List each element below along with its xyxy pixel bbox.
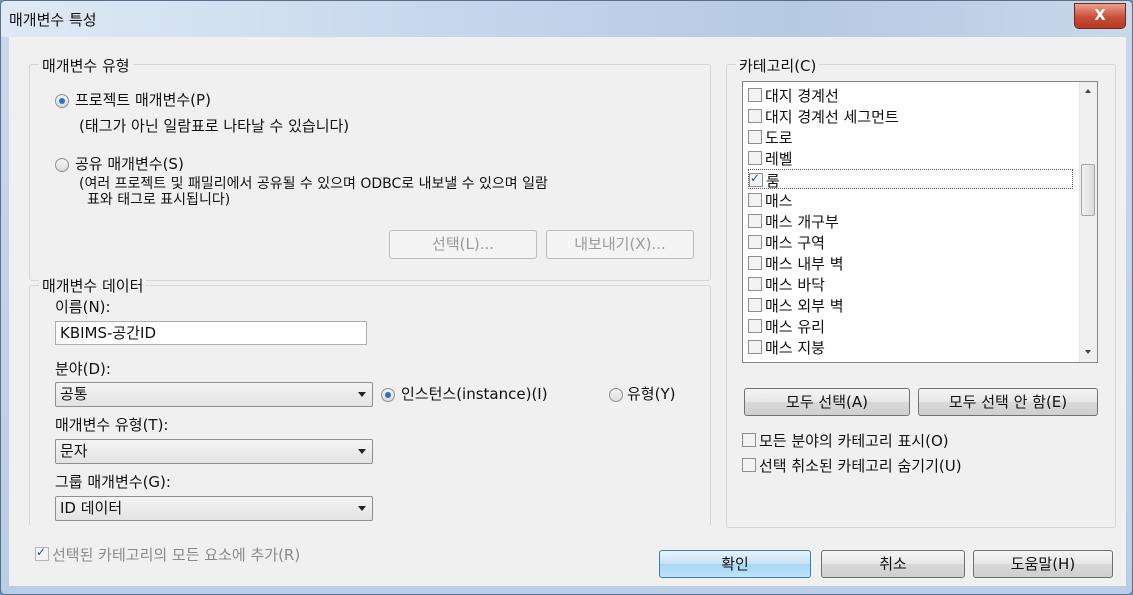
category-label: 매스 구역: [765, 234, 825, 252]
category-label: 도로: [765, 129, 793, 147]
category-label: 매스 외부 벽: [765, 297, 844, 315]
param-data-legend: 매개변수 데이터: [39, 275, 147, 296]
list-item[interactable]: 매스 바닥: [748, 274, 825, 294]
category-scrollbar[interactable]: [1079, 82, 1097, 362]
show-all-disciplines-option[interactable]: 모든 분야의 카테고리 표시(O): [742, 430, 949, 451]
list-item[interactable]: 매스 외부 벽: [748, 295, 844, 315]
checkbox[interactable]: [748, 130, 762, 144]
select-button[interactable]: 선택(L)...: [389, 230, 537, 259]
checkbox-checked[interactable]: [749, 171, 763, 187]
list-item[interactable]: 대지 경계선: [748, 85, 839, 105]
checkbox[interactable]: [748, 277, 762, 291]
category-label: 매스 개구부: [765, 213, 839, 231]
ok-button[interactable]: 확인: [659, 550, 811, 578]
checkbox[interactable]: [748, 340, 762, 354]
category-label: 매스: [765, 192, 793, 210]
list-item[interactable]: 매스 지붕: [748, 337, 825, 357]
help-button[interactable]: 도움말(H): [973, 550, 1113, 578]
discipline-label: 분야(D):: [55, 360, 111, 378]
shared-param-desc-line2: 표와 태그로 표시됩니다): [87, 192, 231, 208]
param-type-field-label: 매개변수 유형(T):: [55, 416, 169, 434]
discipline-value: 공통: [60, 385, 88, 403]
shared-param-radio[interactable]: [55, 158, 69, 172]
add-to-all-option[interactable]: 선택된 카테고리의 모든 요소에 추가(R): [35, 544, 300, 565]
checkbox[interactable]: [748, 319, 762, 333]
list-item[interactable]: 대지 경계선 세그먼트: [748, 106, 899, 126]
checkbox[interactable]: [742, 458, 756, 472]
param-type-value: 문자: [60, 442, 88, 460]
hide-unchecked-label: 선택 취소된 카테고리 숨기기(U): [759, 457, 962, 475]
project-param-label[interactable]: 프로젝트 매개변수(P): [75, 89, 211, 110]
list-item[interactable]: 매스 내부 벽: [748, 253, 844, 273]
category-label: 대지 경계선: [765, 87, 839, 105]
add-to-all-label: 선택된 카테고리의 모든 요소에 추가(R): [52, 546, 301, 564]
dialog-client: 매개변수 유형 프로젝트 매개변수(P) (태그가 아닌 일람표로 나타날 수 …: [9, 37, 1126, 586]
dialog-window: 매개변수 특성 X 매개변수 유형 프로젝트 매개변수(P) (태그가 아닌 일…: [0, 0, 1133, 595]
checkbox-checked[interactable]: [35, 545, 49, 561]
list-item[interactable]: 레벨: [748, 148, 793, 168]
type-radio[interactable]: [609, 388, 623, 402]
group-param-label: 그룹 매개변수(G):: [55, 473, 171, 491]
list-item-selected[interactable]: 룸: [748, 169, 1073, 190]
group-param-select[interactable]: ID 데이터: [55, 496, 373, 521]
project-param-radio[interactable]: [55, 94, 69, 108]
type-label[interactable]: 유형(Y): [627, 383, 675, 404]
window-title: 매개변수 특성: [9, 11, 97, 29]
checkbox[interactable]: [748, 88, 762, 102]
instance-label[interactable]: 인스턴스(instance)(I): [401, 383, 548, 404]
category-label: 매스 유리: [765, 318, 825, 336]
discipline-select[interactable]: 공통: [55, 382, 373, 407]
hide-unchecked-option[interactable]: 선택 취소된 카테고리 숨기기(U): [742, 455, 962, 476]
scroll-up-icon[interactable]: [1085, 89, 1091, 93]
name-label: 이름(N):: [55, 298, 111, 316]
shared-param-label[interactable]: 공유 매개변수(S): [75, 153, 184, 174]
checkbox[interactable]: [748, 256, 762, 270]
checkbox[interactable]: [748, 214, 762, 228]
instance-radio[interactable]: [381, 388, 395, 402]
param-type-select[interactable]: 문자: [55, 439, 373, 464]
select-all-button[interactable]: 모두 선택(A): [744, 388, 910, 416]
list-item[interactable]: 매스 개구부: [748, 211, 839, 231]
category-legend: 카테고리(C): [736, 55, 820, 76]
category-label: 매스 지붕: [765, 339, 825, 357]
project-param-desc: (태그가 아닌 일람표로 나타날 수 있습니다): [79, 117, 350, 135]
param-type-legend: 매개변수 유형: [39, 55, 133, 76]
checkbox[interactable]: [748, 151, 762, 165]
category-label: 매스 바닥: [765, 276, 825, 294]
export-button[interactable]: 내보내기(X)...: [546, 230, 694, 259]
group-param-value: ID 데이터: [60, 499, 123, 517]
checkbox[interactable]: [748, 235, 762, 249]
scroll-down-icon[interactable]: [1085, 350, 1091, 354]
chevron-down-icon: [358, 392, 366, 397]
checkbox[interactable]: [748, 109, 762, 123]
category-label: 매스 내부 벽: [765, 255, 844, 273]
name-input[interactable]: KBIMS-공간ID: [55, 321, 367, 345]
scrollbar-thumb[interactable]: [1081, 164, 1095, 216]
close-button[interactable]: X: [1074, 3, 1126, 29]
category-list[interactable]: 대지 경계선 대지 경계선 세그먼트 도로 레벨 룸 매스 매스 개구부 매스 …: [742, 81, 1098, 363]
list-item[interactable]: 매스: [748, 190, 793, 210]
checkbox[interactable]: [748, 193, 762, 207]
list-item[interactable]: 도로: [748, 127, 793, 147]
category-label: 룸: [766, 172, 780, 190]
select-none-button[interactable]: 모두 선택 안 함(E): [918, 388, 1098, 416]
show-all-disciplines-label: 모든 분야의 카테고리 표시(O): [759, 432, 949, 450]
list-item[interactable]: 매스 구역: [748, 232, 825, 252]
chevron-down-icon: [358, 506, 366, 511]
list-item[interactable]: 매스 유리: [748, 316, 825, 336]
title-bar[interactable]: 매개변수 특성 X: [1, 1, 1132, 37]
category-label: 레벨: [765, 150, 793, 168]
checkbox[interactable]: [748, 298, 762, 312]
category-label: 대지 경계선 세그먼트: [765, 108, 899, 126]
cancel-button[interactable]: 취소: [821, 550, 965, 578]
checkbox[interactable]: [742, 433, 756, 447]
chevron-down-icon: [358, 449, 366, 454]
